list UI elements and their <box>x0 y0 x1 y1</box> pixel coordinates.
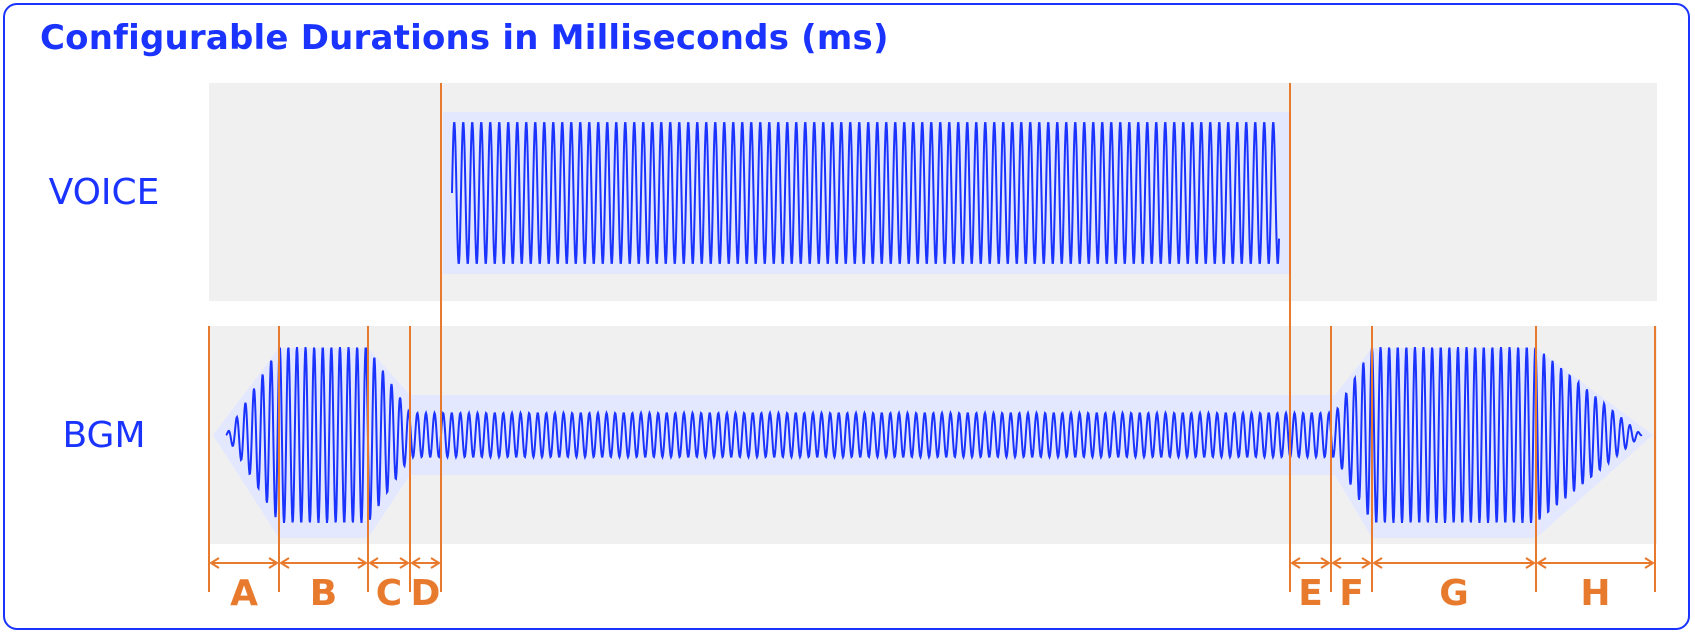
dimension-arrow <box>368 557 410 569</box>
dimension-arrow <box>1372 557 1536 569</box>
dimension-arrow <box>1331 557 1372 569</box>
segment-label-b: B <box>310 573 337 614</box>
dimension-arrow <box>1290 557 1331 569</box>
segment-label-f: F <box>1339 573 1364 614</box>
segment-label-h: H <box>1580 573 1610 614</box>
dimension-arrow <box>279 557 368 569</box>
segment-label-g: G <box>1439 573 1469 614</box>
dimension-arrow <box>1536 557 1655 569</box>
dimension-arrow <box>410 557 441 569</box>
timeline-diagram: VOICE BGM A BCD EF G H <box>49 83 1657 614</box>
voice-track-label: VOICE <box>49 172 160 213</box>
dimension-arrow <box>209 557 279 569</box>
segment-label-d: D <box>411 573 441 614</box>
segment-labels: A BCD EF G H <box>230 573 1611 614</box>
segment-label-e: E <box>1298 573 1323 614</box>
bgm-track-label: BGM <box>62 415 145 456</box>
voice-track <box>443 112 1289 274</box>
segment-label-c: C <box>376 573 402 614</box>
segment-label-a: A <box>230 573 258 614</box>
